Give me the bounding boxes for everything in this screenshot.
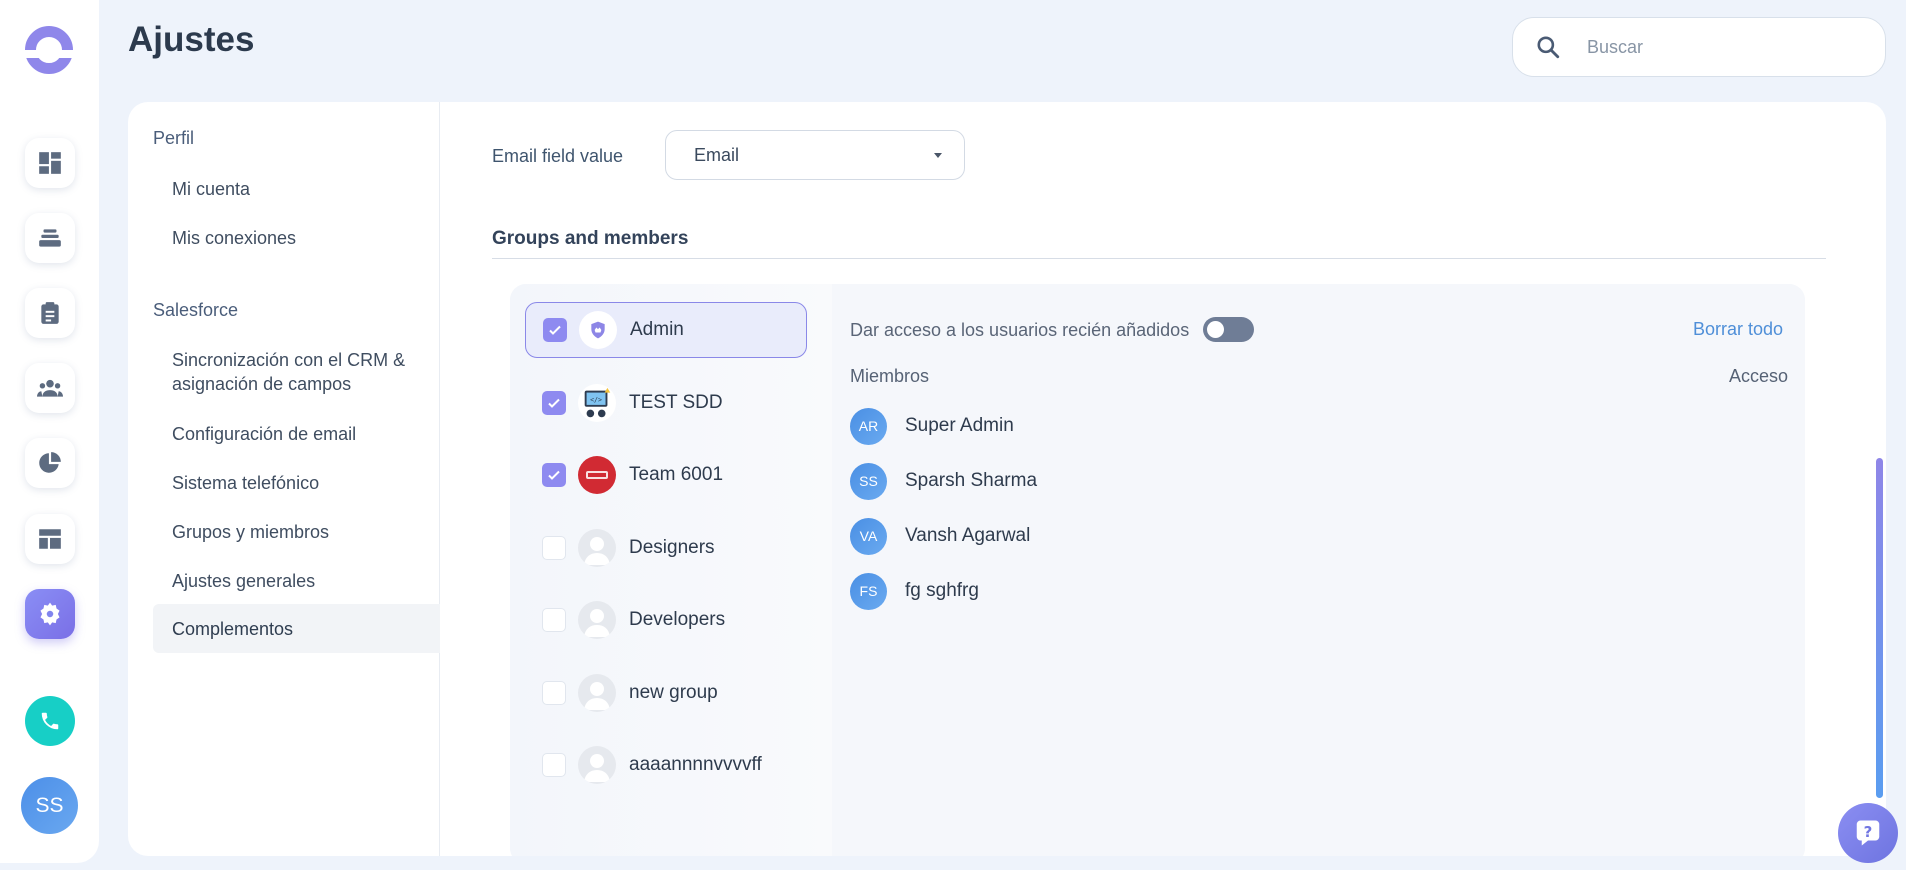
group-checkbox[interactable] bbox=[543, 318, 567, 342]
member-name: fg sghfrg bbox=[905, 580, 979, 601]
scrollbar-thumb[interactable] bbox=[1876, 458, 1883, 798]
person-placeholder-icon bbox=[578, 674, 616, 712]
group-checkbox[interactable] bbox=[542, 681, 566, 705]
nav-item-groups-members[interactable]: Grupos y miembros bbox=[153, 520, 440, 544]
groups-members-panel: Admin </> TEST SDD Team 6001 Designers D… bbox=[510, 284, 1805, 856]
clear-all-link[interactable]: Borrar todo bbox=[1693, 319, 1783, 340]
groups-list: Admin </> TEST SDD Team 6001 Designers D… bbox=[510, 284, 832, 856]
group-name: aaaannnnvvvvff bbox=[629, 754, 762, 775]
svg-text:</>: </> bbox=[590, 396, 602, 404]
member-avatar: AR bbox=[850, 407, 887, 445]
team-logo-icon bbox=[578, 456, 616, 494]
phone-icon[interactable] bbox=[25, 696, 75, 746]
group-item-developers[interactable]: Developers bbox=[525, 592, 807, 648]
nav-section-profile: Perfil bbox=[153, 128, 195, 148]
group-checkbox[interactable] bbox=[542, 463, 566, 487]
access-column-header: Acceso bbox=[1728, 366, 1788, 386]
section-title-groups: Groups and members bbox=[492, 228, 689, 249]
search-box[interactable] bbox=[1512, 17, 1886, 77]
person-placeholder-icon bbox=[578, 746, 616, 784]
settings-gear-icon[interactable] bbox=[25, 589, 75, 639]
nav-item-general-settings[interactable]: Ajustes generales bbox=[153, 569, 440, 593]
group-item-new-group[interactable]: new group bbox=[525, 665, 807, 721]
settings-content: Email field value Email Groups and membe… bbox=[440, 102, 1886, 856]
member-name: Sparsh Sharma bbox=[905, 470, 1038, 491]
group-item-designers[interactable]: Designers bbox=[525, 520, 807, 576]
nav-item-my-connections[interactable]: Mis conexiones bbox=[153, 226, 440, 250]
left-rail: SS bbox=[0, 0, 99, 863]
search-icon bbox=[1537, 36, 1560, 59]
group-name: Developers bbox=[629, 609, 726, 630]
nav-item-phone-system[interactable]: Sistema telefónico bbox=[153, 471, 440, 495]
people-icon[interactable] bbox=[25, 363, 75, 413]
pie-chart-icon[interactable] bbox=[25, 438, 75, 488]
nav-item-crm-sync[interactable]: Sincronización con el CRM & asignación d… bbox=[153, 348, 413, 396]
member-row: AR Super Admin bbox=[850, 407, 1790, 445]
dashboard-icon[interactable] bbox=[25, 138, 75, 188]
settings-nav: Perfil Mi cuenta Mis conexiones Salesfor… bbox=[128, 102, 440, 856]
member-avatar: VA bbox=[850, 517, 887, 555]
auto-access-label: Dar acceso a los usuarios recién añadido… bbox=[850, 320, 1190, 340]
svg-text:?: ? bbox=[1864, 823, 1873, 841]
user-initials: SS bbox=[35, 793, 64, 817]
page-title: Ajustes bbox=[128, 20, 255, 59]
email-field-label: Email field value bbox=[492, 146, 624, 166]
app-logo[interactable] bbox=[23, 26, 75, 74]
group-name: Team 6001 bbox=[629, 464, 724, 485]
settings-card: Perfil Mi cuenta Mis conexiones Salesfor… bbox=[128, 102, 1886, 856]
member-avatar: FS bbox=[850, 572, 887, 610]
developer-avatar-icon: </> bbox=[578, 384, 616, 422]
members-column-header: Miembros bbox=[850, 366, 930, 386]
shield-icon bbox=[579, 311, 617, 349]
group-name: Designers bbox=[629, 537, 715, 558]
member-row: SS Sparsh Sharma bbox=[850, 462, 1790, 500]
nav-item-email-config[interactable]: Configuración de email bbox=[153, 422, 440, 446]
email-field-value: Email bbox=[694, 144, 740, 165]
user-avatar[interactable]: SS bbox=[21, 777, 78, 834]
divider bbox=[492, 258, 1826, 259]
inbox-stack-icon[interactable] bbox=[25, 213, 75, 263]
member-row: VA Vansh Agarwal bbox=[850, 517, 1790, 555]
member-row: FS fg sghfrg bbox=[850, 572, 1790, 610]
group-item-aaaannnnvvvvff[interactable]: aaaannnnvvvvff bbox=[525, 737, 807, 793]
help-icon[interactable]: ? bbox=[1838, 803, 1898, 863]
auto-access-toggle[interactable] bbox=[1203, 317, 1254, 342]
group-item-team-6001[interactable]: Team 6001 bbox=[525, 447, 807, 503]
group-checkbox[interactable] bbox=[542, 536, 566, 560]
member-avatar: SS bbox=[850, 462, 887, 500]
group-checkbox[interactable] bbox=[542, 391, 566, 415]
group-name: new group bbox=[629, 682, 718, 703]
group-item-test-sdd[interactable]: </> TEST SDD bbox=[525, 375, 807, 431]
nav-section-salesforce: Salesforce bbox=[153, 300, 239, 320]
member-name: Super Admin bbox=[905, 415, 1014, 436]
group-checkbox[interactable] bbox=[542, 608, 566, 632]
search-input[interactable] bbox=[1587, 36, 1847, 58]
clipboard-icon[interactable] bbox=[25, 288, 75, 338]
group-item-admin[interactable]: Admin bbox=[525, 302, 807, 358]
nav-item-my-account[interactable]: Mi cuenta bbox=[153, 177, 440, 201]
group-name: Admin bbox=[630, 319, 684, 340]
caret-down-icon bbox=[934, 153, 942, 158]
person-placeholder-icon bbox=[578, 601, 616, 639]
person-placeholder-icon bbox=[578, 529, 616, 567]
group-name: TEST SDD bbox=[629, 392, 723, 413]
email-field-select[interactable]: Email bbox=[665, 130, 965, 180]
member-name: Vansh Agarwal bbox=[905, 525, 1031, 546]
nav-item-addons[interactable]: Complementos bbox=[153, 604, 440, 653]
members-pane: Dar acceso a los usuarios recién añadido… bbox=[832, 284, 1805, 856]
group-checkbox[interactable] bbox=[542, 753, 566, 777]
layout-icon[interactable] bbox=[25, 514, 75, 564]
